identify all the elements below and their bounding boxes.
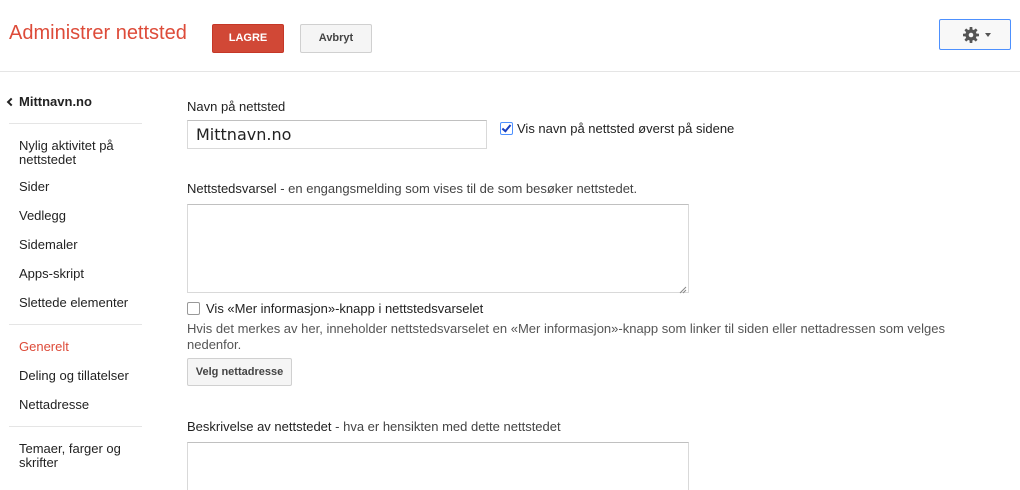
- choose-url-button[interactable]: Velg nettadresse: [187, 358, 292, 386]
- sidebar-item-pages[interactable]: Sider: [19, 180, 144, 194]
- description-textarea[interactable]: [187, 442, 689, 490]
- sidebar-item-deleted-items[interactable]: Slettede elementer: [19, 296, 144, 310]
- show-name-checkbox[interactable]: [500, 122, 513, 135]
- gear-icon: [962, 26, 980, 44]
- sidebar: Mittnavn.no Nylig aktivitet på nettstede…: [0, 72, 150, 490]
- more-info-help-text: Hvis det merkes av her, inneholder netts…: [187, 321, 945, 352]
- divider: [9, 324, 142, 325]
- notice-textarea[interactable]: [187, 204, 689, 293]
- back-link-label: Mittnavn.no: [19, 94, 92, 109]
- divider: [9, 123, 142, 124]
- save-button[interactable]: LAGRE: [212, 24, 284, 53]
- more-info-checkbox[interactable]: [187, 302, 200, 315]
- sidebar-item-web-address[interactable]: Nettadresse: [19, 398, 144, 412]
- notice-label: Nettstedsvarsel - en engangsmelding som …: [187, 181, 637, 196]
- show-name-checkbox-label[interactable]: Vis navn på nettsted øverst på sidene: [517, 121, 734, 136]
- chevron-down-icon: [985, 33, 991, 37]
- settings-menu-button[interactable]: [939, 19, 1011, 50]
- sidebar-item-sharing[interactable]: Deling og tillatelser: [19, 369, 144, 383]
- sidebar-item-themes[interactable]: Temaer, farger og skrifter: [19, 442, 144, 470]
- sidebar-item-recent-activity[interactable]: Nylig aktivitet på nettstedet: [19, 139, 144, 167]
- more-info-checkbox-label[interactable]: Vis «Mer informasjon»-knapp i nettstedsv…: [206, 301, 483, 316]
- page-title: Administrer nettsted: [9, 22, 187, 44]
- sidebar-item-page-templates[interactable]: Sidemaler: [19, 238, 144, 252]
- resize-handle-icon[interactable]: [677, 281, 687, 294]
- description-label: Beskrivelse av nettstedet - hva er hensi…: [187, 419, 561, 434]
- divider: [9, 426, 142, 427]
- description-label-hint: - hva er hensikten med dette nettstedet: [331, 419, 561, 434]
- site-name-input[interactable]: [187, 120, 487, 149]
- chevron-left-icon: [6, 97, 16, 107]
- description-label-title: Beskrivelse av nettstedet: [187, 419, 332, 434]
- cancel-button[interactable]: Avbryt: [300, 24, 372, 53]
- site-name-label: Navn på nettsted: [187, 99, 286, 114]
- header: Administrer nettsted LAGRE Avbryt: [0, 0, 1020, 72]
- sidebar-item-attachments[interactable]: Vedlegg: [19, 209, 144, 223]
- sidebar-item-general[interactable]: Generelt: [19, 340, 144, 354]
- notice-label-hint: - en engangsmelding som vises til de som…: [276, 181, 638, 196]
- sidebar-item-apps-script[interactable]: Apps-skript: [19, 267, 144, 281]
- checkmark-icon: [501, 122, 512, 133]
- notice-label-title: Nettstedsvarsel: [187, 181, 277, 196]
- back-link[interactable]: Mittnavn.no: [6, 94, 92, 109]
